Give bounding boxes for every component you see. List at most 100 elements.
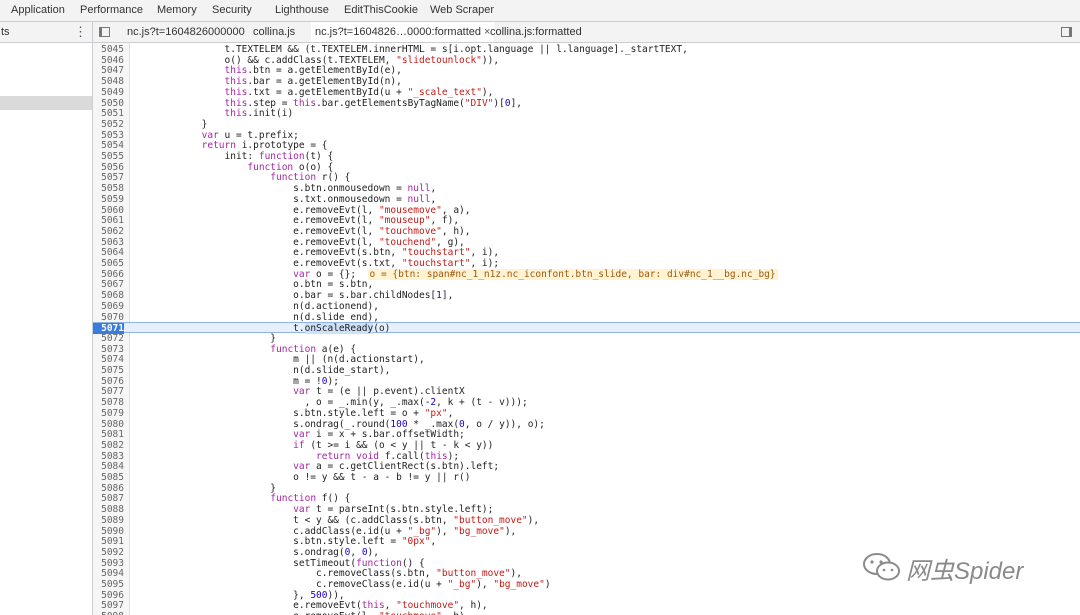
line-number[interactable]: 5047	[93, 65, 124, 76]
code-line[interactable]: 5083 return void f.call(this);	[93, 451, 1080, 462]
line-number[interactable]: 5096	[93, 590, 124, 601]
code-line[interactable]: 5054 return i.prototype = {	[93, 140, 1080, 151]
line-number[interactable]: 5064	[93, 247, 124, 258]
code-line[interactable]: 5078 , o = _.min(y, _.max(-2, k + (t - v…	[93, 397, 1080, 408]
code-line[interactable]: 5048 this.bar = a.getElementById(n),	[93, 76, 1080, 87]
code-line[interactable]: 5081 var i = x + s.bar.offsetWidth;	[93, 429, 1080, 440]
line-number[interactable]: 5045	[93, 44, 124, 55]
code-line[interactable]: 5072 }	[93, 333, 1080, 344]
code-line[interactable]: 5089 t < y && (c.addClass(s.btn, "button…	[93, 515, 1080, 526]
line-number[interactable]: 5068	[93, 290, 124, 301]
line-number[interactable]: 5085	[93, 472, 124, 483]
code-editor[interactable]: 5045 t.TEXTELEM && (t.TEXTELEM.innerHTML…	[93, 43, 1080, 615]
line-number[interactable]: 5070	[93, 312, 124, 323]
file-tab-nc-js-formatted[interactable]: nc.js?t=1604826…0000:formatted ×	[311, 22, 495, 42]
code-line[interactable]: 5097 e.removeEvt(this, "touchmove", h),	[93, 600, 1080, 611]
code-line[interactable]: 5067 o.btn = s.btn,	[93, 279, 1080, 290]
line-number[interactable]: 5088	[93, 504, 124, 515]
line-number[interactable]: 5091	[93, 536, 124, 547]
code-line[interactable]: 5065 e.removeEvt(s.txt, "touchstart", i)…	[93, 258, 1080, 269]
line-number[interactable]: 5080	[93, 419, 124, 430]
line-number[interactable]: 5081	[93, 429, 124, 440]
code-line[interactable]: 5047 this.btn = a.getElementById(e),	[93, 65, 1080, 76]
code-line[interactable]: 5086 }	[93, 483, 1080, 494]
code-line[interactable]: 5075 n(d.slide_start),	[93, 365, 1080, 376]
line-number[interactable]: 5075	[93, 365, 124, 376]
code-line[interactable]: 5060 e.removeEvt(l, "mousemove", a),	[93, 205, 1080, 216]
line-number[interactable]: 5093	[93, 558, 124, 569]
navigator-item[interactable]	[0, 74, 92, 88]
line-number[interactable]: 5078	[93, 397, 124, 408]
line-number[interactable]: 5051	[93, 108, 124, 119]
code-line[interactable]: 5062 e.removeEvt(l, "touchmove", h),	[93, 226, 1080, 237]
code-line[interactable]: 5066 var o = {}; o = {btn: span#nc_1_n1z…	[93, 268, 1080, 280]
code-line[interactable]: 5096 }, 500)),	[93, 590, 1080, 601]
code-line[interactable]: 5077 var t = (e || p.event).clientX	[93, 386, 1080, 397]
line-number[interactable]: 5055	[93, 151, 124, 162]
code-line[interactable]: 5080 s.ondrag(_.round(100 * _.max(0, o /…	[93, 419, 1080, 430]
file-tab-nc-js[interactable]: nc.js?t=1604826000000	[123, 22, 249, 42]
line-number[interactable]: 5062	[93, 226, 124, 237]
code-line[interactable]: 5082 if (t >= i && (o < y || t - k < y))	[93, 440, 1080, 451]
navigator-item-selected[interactable]	[0, 96, 92, 110]
tab-editthiscookie[interactable]: EditThisCookie	[344, 4, 418, 16]
code-line[interactable]: 5098 e.removeEvt(l, "touchmove", h),	[93, 611, 1080, 615]
line-number[interactable]: 5098	[93, 611, 124, 615]
line-number[interactable]: 5094	[93, 568, 124, 579]
code-line[interactable]: 5061 e.removeEvt(l, "mouseup", f),	[93, 215, 1080, 226]
line-number[interactable]: 5049	[93, 87, 124, 98]
code-line[interactable]: 5069 n(d.actionend),	[93, 301, 1080, 312]
tab-memory[interactable]: Memory	[157, 4, 197, 16]
line-number[interactable]: 5082	[93, 440, 124, 451]
line-number[interactable]: 5087	[93, 493, 124, 504]
tab-performance[interactable]: Performance	[80, 4, 143, 16]
code-line[interactable]: 5088 var t = parseInt(s.btn.style.left);	[93, 504, 1080, 515]
more-options-icon[interactable]: ⋮	[74, 24, 87, 40]
line-number[interactable]: 5066	[93, 269, 124, 280]
line-number[interactable]: 5060	[93, 205, 124, 216]
code-line[interactable]: 5058 s.btn.onmousedown = null,	[93, 183, 1080, 194]
tab-application[interactable]: Application	[11, 4, 65, 16]
code-line[interactable]: 5070 n(d.slide_end),	[93, 312, 1080, 323]
code-line[interactable]: 5087 function f() {	[93, 493, 1080, 504]
code-line[interactable]: 5057 function r() {	[93, 172, 1080, 183]
line-number[interactable]: 5053	[93, 130, 124, 141]
navigator-item[interactable]	[0, 48, 92, 62]
line-number[interactable]: 5058	[93, 183, 124, 194]
line-number[interactable]: 5089	[93, 515, 124, 526]
code-line[interactable]: 5084 var a = c.getClientRect(s.btn).left…	[93, 461, 1080, 472]
line-number[interactable]: 5090	[93, 526, 124, 537]
code-line[interactable]: 5073 function a(e) {	[93, 344, 1080, 355]
line-number[interactable]: 5079	[93, 408, 124, 419]
code-line[interactable]: 5079 s.btn.style.left = o + "px",	[93, 408, 1080, 419]
code-line[interactable]: 5049 this.txt = a.getElementById(u + "_s…	[93, 87, 1080, 98]
line-number[interactable]: 5074	[93, 354, 124, 365]
line-number[interactable]: 5076	[93, 376, 124, 387]
tab-lighthouse[interactable]: Lighthouse	[275, 4, 329, 16]
code-line[interactable]: 5059 s.txt.onmousedown = null,	[93, 194, 1080, 205]
line-number[interactable]: 5050	[93, 98, 124, 109]
code-line[interactable]: 5056 function o(o) {	[93, 162, 1080, 173]
line-number[interactable]: 5065	[93, 258, 124, 269]
code-line[interactable]: 5068 o.bar = s.bar.childNodes[1],	[93, 290, 1080, 301]
line-number[interactable]: 5072	[93, 333, 124, 344]
toggle-debugger-icon[interactable]	[1061, 27, 1072, 37]
code-line[interactable]: 5063 e.removeEvt(l, "touchend", g),	[93, 237, 1080, 248]
code-line[interactable]: 5085 o != y && t - a - b != y || r()	[93, 472, 1080, 483]
file-tab-collina-js-formatted[interactable]: collina.js:formatted	[486, 22, 586, 42]
code-line[interactable]: 5046 o() && c.addClass(t.TEXTELEM, "slid…	[93, 55, 1080, 66]
tab-security[interactable]: Security	[212, 4, 252, 16]
toggle-navigator-icon[interactable]	[99, 27, 110, 37]
code-line[interactable]: 5055 init: function(t) {	[93, 151, 1080, 162]
code-line[interactable]: 5051 this.init(i)	[93, 108, 1080, 119]
line-number[interactable]: 5086	[93, 483, 124, 494]
code-line[interactable]: 5045 t.TEXTELEM && (t.TEXTELEM.innerHTML…	[93, 44, 1080, 55]
tab-web-scraper[interactable]: Web Scraper	[430, 4, 494, 16]
line-number[interactable]: 5056	[93, 162, 124, 173]
code-line[interactable]: 5074 m || (n(d.actionstart),	[93, 354, 1080, 365]
line-number[interactable]: 5073	[93, 344, 124, 355]
line-number[interactable]: 5083	[93, 451, 124, 462]
line-number[interactable]: 5067	[93, 279, 124, 290]
line-number[interactable]: 5077	[93, 386, 124, 397]
line-number[interactable]: 5092	[93, 547, 124, 558]
